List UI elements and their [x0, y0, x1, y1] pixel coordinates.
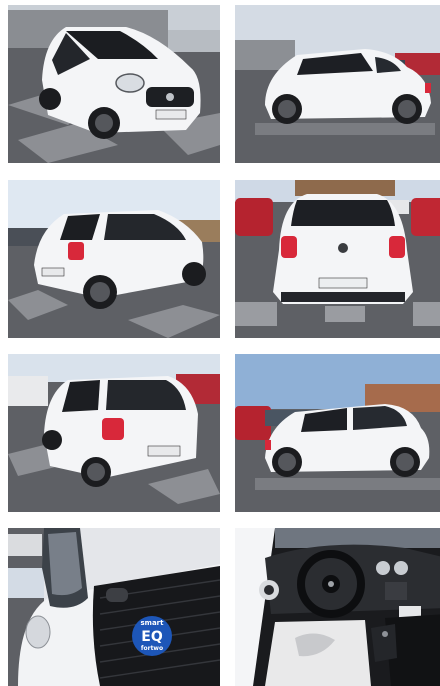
photo-side-profile-left-image — [235, 354, 440, 512]
photo-side-profile[interactable] — [235, 5, 440, 163]
badge-line3: fortwo — [141, 645, 163, 652]
photo-rear-three-quarter[interactable] — [8, 180, 220, 338]
photo-rear-view[interactable] — [235, 180, 440, 338]
photo-front-three-quarter-image — [8, 5, 220, 163]
photo-interior-dashboard-image — [235, 528, 440, 686]
photo-front-grille-badge-image: smart EQ fortwo — [8, 528, 220, 686]
photo-rear-three-quarter-close[interactable] — [8, 354, 220, 512]
photo-interior-dashboard[interactable] — [235, 528, 440, 686]
photo-rear-three-quarter-image — [8, 180, 220, 338]
photo-rear-view-image — [235, 180, 440, 338]
badge-line1: smart — [141, 619, 165, 627]
photo-front-three-quarter[interactable] — [8, 5, 220, 163]
badge-line2: EQ — [141, 629, 163, 645]
photo-rear-three-quarter-close-image — [8, 354, 220, 512]
photo-side-profile-image — [235, 5, 440, 163]
photo-side-profile-left[interactable] — [235, 354, 440, 512]
photo-front-grille-badge[interactable]: smart EQ fortwo — [8, 528, 220, 686]
